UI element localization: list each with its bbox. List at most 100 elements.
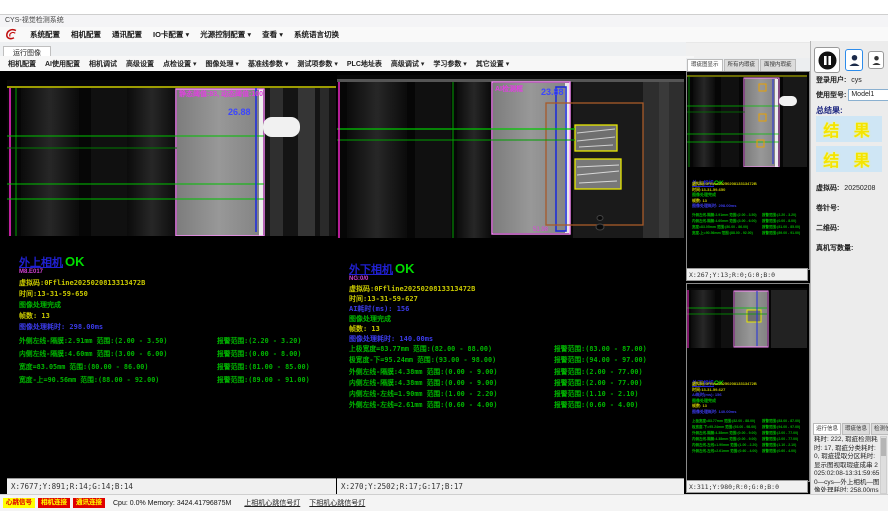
control-field-row: 虚拟码: 20250208: [816, 183, 875, 193]
login-user-label: 登录用户:: [816, 77, 846, 84]
toolbar-item[interactable]: 测试项参数 ▾: [297, 59, 337, 69]
pause-icon: [818, 51, 837, 70]
tab-strip: 运行图像: [0, 42, 686, 57]
measure-value: 内侧左线-左线=1.90mm 范围:(1.00 - 2.20): [349, 389, 554, 400]
toolbar-item[interactable]: 学习参数 ▾: [433, 59, 466, 69]
model-select[interactable]: Model1: [848, 89, 888, 101]
camera-image-upper[interactable]: 26.88 静态阈值:93, 动态阈值:100: [7, 80, 336, 236]
defect-view-top: 外上相机OK 虚拟码:0Ffline2025020813313472B时间:13…: [686, 71, 810, 270]
camera-view-upper: 26.88 静态阈值:93, 动态阈值:100 外上相机OK M8.E017 虚…: [7, 72, 336, 494]
field-label: 虚拟码:: [816, 185, 839, 192]
pause-button[interactable]: [814, 47, 840, 73]
info-line: 时间:13-31-59-650: [19, 289, 145, 300]
status-badge: 相机连接: [38, 498, 70, 508]
control-field-row: 卷针号:: [816, 203, 842, 213]
info-scrollbar[interactable]: [880, 436, 887, 494]
toolbar-item[interactable]: 相机配置: [8, 59, 36, 69]
user-login-button[interactable]: [845, 49, 863, 71]
mini-measure-row: 外侧左线-左线=2.61mm 范围:(0.60 - 4.00) 报警范围:(0.…: [692, 448, 808, 454]
mini-info-line: 虚拟码:0Ffline2025020813313472B: [692, 181, 757, 187]
measure-row: 外侧左线-隔膜:2.91mm 范围:(2.00 - 3.50) 报警范围:(2.…: [19, 335, 332, 348]
measure-value: 宽度=83.05mm 范围:(80.00 - 86.00): [19, 361, 217, 374]
measure-alarm-range: 报警范围:(83.00 - 87.00): [554, 344, 680, 355]
toolbar-item[interactable]: PLC地址表: [347, 59, 382, 69]
toolbar-item[interactable]: 点检设置 ▾: [163, 59, 196, 69]
user-manage-button[interactable]: [868, 51, 884, 69]
measurements-upper: 外侧左线-隔膜:2.91mm 范围:(2.00 - 3.50) 报警范围:(2.…: [19, 335, 332, 387]
measure-row: 极宽度-下=95.24mm 范围:(93.00 - 98.00) 报警范围:(9…: [349, 355, 680, 366]
pixel-status-defect-top: X:267;Y:13;R:0;G:0;B:0: [686, 268, 808, 281]
measure-alarm-range: 报警范围:(81.00 - 85.00): [217, 361, 332, 374]
measure-value: 外侧左线-隔膜:2.91mm 范围:(2.00 - 3.50): [19, 335, 217, 348]
menu-item[interactable]: 光源控制配置 ▾: [200, 29, 251, 40]
mini-measures-top: 外侧左线-隔膜:2.91mm 范围:(2.00 - 3.50) 报警范围:(2.…: [692, 212, 808, 236]
result-ok-upper: OK: [65, 254, 85, 269]
control-panel: 登录用户: cys 使用型号:Model1 总结果: 结 果结 果 虚拟码: 2…: [810, 41, 888, 494]
mini-lines-top: 虚拟码:0Ffline2025020813313472B时间:13-31-59-…: [692, 181, 757, 209]
status-badge: 心跳信号: [3, 498, 35, 508]
camera-name-lower: 外下相机: [349, 264, 393, 276]
status-badge: 通讯连接: [73, 498, 105, 508]
toolbar-item[interactable]: AI使用配置: [45, 59, 80, 69]
measure-value: 外侧左线-左线=2.61mm 范围:(0.60 - 4.00): [349, 400, 554, 411]
camera-image-lower[interactable]: AI检测框 23.88 51.98: [337, 75, 684, 238]
info-line: AI耗时(ms): 156: [349, 304, 475, 314]
field-value: 20250208: [844, 185, 875, 192]
defect-tab[interactable]: 所有内瑕疵: [724, 59, 760, 71]
app-logo-icon: [5, 28, 19, 41]
measure-alarm-range: 报警范围:(89.00 - 91.00): [217, 374, 332, 387]
pixel-status-defect-bottom: X:311;Y:980;R:0;G:0;B:0: [686, 480, 808, 493]
menu-item[interactable]: 相机配置: [71, 29, 101, 40]
measure-alarm-range: 报警范围:(2.00 - 77.00): [554, 367, 680, 378]
control-buttons: [814, 47, 888, 73]
measurements-lower: 上极宽度=83.77mm 范围:(82.00 - 88.00) 报警范围:(83…: [349, 344, 680, 412]
status-badges: 心跳信号相机连接通讯连接: [3, 498, 105, 508]
measure-value: 宽度-上=90.56mm 范围:(88.00 - 92.00): [19, 374, 217, 387]
total-result-label: 总结果:: [816, 105, 843, 116]
mini-measures-bottom: 上极宽度=83.77mm 范围:(82.00 - 88.00) 报警范围:(83…: [692, 418, 808, 454]
toolbar-item[interactable]: 高级设置: [126, 59, 154, 69]
measure-row: 宽度=83.05mm 范围:(80.00 - 86.00) 报警范围:(81.0…: [19, 361, 332, 374]
measure-value: 内侧左线-隔膜:4.38mm 范围:(0.00 - 9.00): [349, 378, 554, 389]
info-line: 帧数: 13: [19, 311, 145, 322]
mini-lines-bottom: 虚拟码:0Ffline2025020813313472B时间:13-31-59-…: [692, 381, 757, 414]
defect-tab[interactable]: 面搜内瑕疵: [760, 59, 796, 71]
overlay-blue-value-upper: 26.88: [228, 107, 251, 117]
toolbar-item[interactable]: 相机调试: [89, 59, 117, 69]
info-tab[interactable]: 瑕疵信息: [842, 423, 870, 435]
toolbar-item[interactable]: 高级调试 ▾: [391, 59, 424, 69]
menu-item[interactable]: IO卡配置 ▾: [153, 29, 189, 40]
info-line: 时间:13-31-59-627: [349, 294, 475, 304]
measure-value: 极宽度-下=95.24mm 范围:(93.00 - 98.00): [349, 355, 554, 366]
toolbar-item[interactable]: 其它设置 ▾: [476, 59, 509, 69]
info-tab[interactable]: 检测信息: [871, 423, 888, 435]
menu-item[interactable]: 系统配置: [30, 29, 60, 40]
measure-row: 内侧左线-隔膜:4.38mm 范围:(0.00 - 9.00) 报警范围:(2.…: [349, 378, 680, 389]
defect-image-top[interactable]: [687, 72, 807, 167]
measure-value: 上极宽度=83.77mm 范围:(82.00 - 88.00): [349, 344, 554, 355]
menu-item[interactable]: 通讯配置: [112, 29, 142, 40]
info-tab[interactable]: 运行信息: [813, 423, 841, 435]
mini-info-line: 图像处理耗时: 140.00ms: [692, 409, 757, 415]
menu-items: 系统配置相机配置通讯配置 IO卡配置 ▾ 光源控制配置 ▾ 查看 ▾ 系统语言切换: [30, 29, 339, 40]
toolbar-item[interactable]: 基准线参数 ▾: [248, 59, 288, 69]
menu-item[interactable]: 查看 ▾: [262, 29, 283, 40]
measure-row: 宽度-上=90.56mm 范围:(88.00 - 92.00) 报警范围:(89…: [19, 374, 332, 387]
info-line: 虚拟码:0Ffline2025020813313472B: [19, 278, 145, 289]
menu-item[interactable]: 系统语言切换: [294, 29, 339, 40]
toolbar-item[interactable]: 图像处理 ▾: [205, 59, 238, 69]
login-user-row: 登录用户: cys: [816, 75, 862, 85]
info-line: 图像处理耗时: 298.00ms: [19, 322, 145, 333]
defect-tab[interactable]: 瑕疵图显示: [687, 59, 723, 71]
login-user-value: cys: [851, 77, 862, 84]
result-ok-lower: OK: [395, 261, 415, 276]
pixel-status-lower: X:270;Y:2502;R:17;G:17;B:17: [337, 478, 684, 494]
model-label: 使用型号:: [816, 92, 846, 99]
status-bar: 心跳信号相机连接通讯连接 Cpu: 0.0% Memory: 3424.4179…: [0, 494, 888, 511]
defect-image-bottom[interactable]: [687, 288, 807, 348]
heartbeat-lamp-label: 下相机心跳信号灯: [309, 498, 365, 508]
camera-sub-upper: M8.E017: [19, 269, 43, 275]
result-box: 结 果: [816, 116, 882, 142]
field-label: 真机写数量:: [816, 245, 853, 252]
defect-column: 瑕疵图显示所有内瑕疵面搜内瑕疵: [686, 58, 810, 494]
